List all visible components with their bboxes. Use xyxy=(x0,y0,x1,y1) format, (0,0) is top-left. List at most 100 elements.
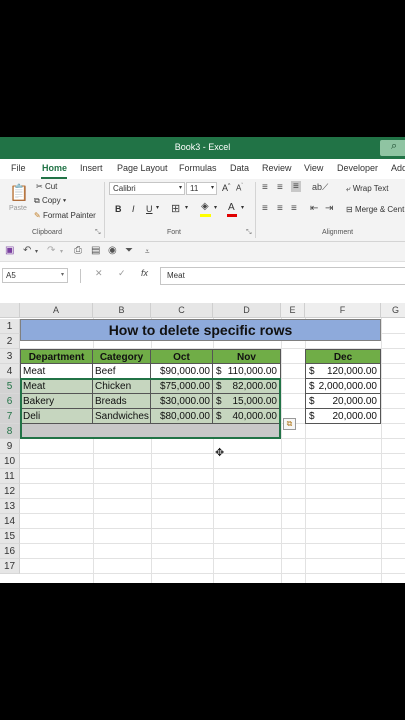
row-header-10[interactable]: 10 xyxy=(0,454,20,469)
row-header-6[interactable]: 6 xyxy=(0,394,20,409)
format-painter-button[interactable]: ✎ Format Painter xyxy=(34,211,96,220)
align-right-icon[interactable]: ≡ xyxy=(291,203,297,214)
align-top-icon[interactable]: ≡ xyxy=(262,182,268,193)
cell-dec[interactable]: $2,000,000.00 xyxy=(305,379,381,394)
col-header-c[interactable]: C xyxy=(151,303,213,318)
paste-icon[interactable]: 📋 xyxy=(9,183,29,203)
row-header-7[interactable]: 7 xyxy=(0,409,20,424)
font-size-select[interactable]: 11 ▾ xyxy=(186,182,217,195)
header-cell-nov[interactable]: Nov xyxy=(213,349,281,364)
tab-data[interactable]: Data xyxy=(230,163,249,173)
underline-button[interactable]: U xyxy=(146,204,153,214)
increase-indent-icon[interactable]: ⇥ xyxy=(325,203,333,214)
camera-icon[interactable]: ◉ xyxy=(108,245,117,256)
cell-department[interactable]: Meat xyxy=(20,364,93,379)
tab-developer[interactable]: Developer xyxy=(337,163,378,173)
col-header-b[interactable]: B xyxy=(93,303,151,318)
shrink-font-button[interactable]: Aˇ xyxy=(236,183,243,193)
cell-dec[interactable]: $20,000.00 xyxy=(305,409,381,424)
insert-function-icon[interactable]: fx xyxy=(141,268,148,278)
bold-button[interactable]: B xyxy=(115,204,122,214)
tab-review[interactable]: Review xyxy=(262,163,292,173)
filter-icon[interactable]: ⏷ xyxy=(125,245,133,256)
row-header-17[interactable]: 17 xyxy=(0,559,20,574)
cut-button[interactable]: ✂ Cut xyxy=(36,182,57,191)
cell-category[interactable]: Beef xyxy=(93,364,151,379)
chevron-down-icon[interactable]: ▾ xyxy=(185,204,188,211)
align-bottom-icon[interactable]: ≡ xyxy=(291,181,301,192)
chevron-down-icon[interactable]: ▾ xyxy=(60,248,63,255)
tab-file[interactable]: File xyxy=(11,163,26,173)
row-header-11[interactable]: 11 xyxy=(0,469,20,484)
search-button[interactable]: ⌕ xyxy=(380,140,405,156)
align-left-icon[interactable]: ≡ xyxy=(262,203,268,214)
col-header-e[interactable]: E xyxy=(281,303,305,318)
print-preview-icon[interactable]: ⎙ xyxy=(74,245,82,256)
cell-dec[interactable]: $20,000.00 xyxy=(305,394,381,409)
row-header-14[interactable]: 14 xyxy=(0,514,20,529)
header-cell-department[interactable]: Department xyxy=(20,349,93,364)
paste-options-icon[interactable]: ⧉ xyxy=(283,418,296,430)
col-header-g[interactable]: G xyxy=(381,303,405,318)
formula-input[interactable]: Meat xyxy=(160,267,405,285)
tab-home[interactable]: Home xyxy=(42,163,67,173)
tab-addins[interactable]: Add xyxy=(391,163,405,173)
tab-page-layout[interactable]: Page Layout xyxy=(117,163,168,173)
mouse-cursor-icon: ✥ xyxy=(215,447,225,459)
row-header-4[interactable]: 4 xyxy=(0,364,20,379)
merge-center-button[interactable]: ⊟ Merge & Cent xyxy=(346,205,404,214)
row-header-1[interactable]: 1 xyxy=(0,319,20,334)
row-header-5[interactable]: 5 xyxy=(0,379,20,394)
col-header-d[interactable]: D xyxy=(213,303,281,318)
row-header-12[interactable]: 12 xyxy=(0,484,20,499)
col-header-f[interactable]: F xyxy=(305,303,381,318)
enter-icon[interactable]: ✓ xyxy=(118,268,126,279)
wrap-text-button[interactable]: ⤶ Wrap Text xyxy=(346,184,388,194)
cancel-icon[interactable]: ✕ xyxy=(95,268,103,279)
name-box[interactable]: A5 ▾ xyxy=(2,268,68,283)
tab-formulas[interactable]: Formulas xyxy=(179,163,217,173)
copy-button[interactable]: ⧉ Copy ▾ xyxy=(34,196,66,206)
row-header-16[interactable]: 16 xyxy=(0,544,20,559)
borders-icon[interactable]: ⊞ xyxy=(171,202,180,215)
cell-oct[interactable]: $90,000.00 xyxy=(151,364,213,379)
row-header-8[interactable]: 8 xyxy=(0,424,20,439)
col-header-a[interactable]: A xyxy=(20,303,93,318)
undo-icon[interactable]: ↶ xyxy=(23,245,31,256)
header-cell-dec[interactable]: Dec xyxy=(305,349,381,364)
header-cell-category[interactable]: Category xyxy=(93,349,151,364)
italic-button[interactable]: I xyxy=(132,204,135,214)
paste-label[interactable]: Paste xyxy=(9,205,27,212)
grow-font-button[interactable]: A^ xyxy=(222,183,230,193)
redo-icon[interactable]: ↷ xyxy=(47,245,55,256)
row-header-3[interactable]: 3 xyxy=(0,349,20,364)
align-middle-icon[interactable]: ≡ xyxy=(277,182,283,193)
chevron-down-icon[interactable]: ▾ xyxy=(35,248,38,255)
font-name-select[interactable]: Calibri ▾ xyxy=(109,182,185,195)
save-icon[interactable]: ▣ xyxy=(5,245,14,256)
font-color-icon[interactable]: A xyxy=(228,202,235,213)
align-center-icon[interactable]: ≡ xyxy=(277,203,283,214)
tab-insert[interactable]: Insert xyxy=(80,163,103,173)
font-launcher-icon[interactable]: ⤡ xyxy=(246,229,252,237)
decrease-indent-icon[interactable]: ⇤ xyxy=(310,203,318,214)
fill-color-icon[interactable]: ◈ xyxy=(201,201,209,212)
row-header-9[interactable]: 9 xyxy=(0,439,20,454)
sheet-title[interactable]: How to delete specific rows xyxy=(20,319,381,341)
chevron-down-icon[interactable]: ▾ xyxy=(156,204,159,211)
row-header-15[interactable]: 15 xyxy=(0,529,20,544)
cell-dec[interactable]: $120,000.00 xyxy=(305,364,381,379)
chevron-down-icon[interactable]: ▾ xyxy=(241,204,244,211)
orientation-icon[interactable]: ab⟋ xyxy=(312,182,328,193)
row-header-2[interactable]: 2 xyxy=(0,334,20,349)
row-header-13[interactable]: 13 xyxy=(0,499,20,514)
print-icon[interactable]: ▤ xyxy=(91,245,100,256)
select-all-corner[interactable] xyxy=(0,303,20,318)
tab-view[interactable]: View xyxy=(304,163,323,173)
customize-qat-icon[interactable]: ⩡ xyxy=(145,247,150,257)
cell-nov[interactable]: $110,000.00 xyxy=(213,364,281,379)
chevron-down-icon[interactable]: ▾ xyxy=(214,204,217,211)
spreadsheet-grid[interactable]: A B C D E F G 1 2 3 4 5 6 7 8 9 10 11 12 xyxy=(0,303,405,583)
clipboard-launcher-icon[interactable]: ⤡ xyxy=(95,229,101,237)
header-cell-oct[interactable]: Oct xyxy=(151,349,213,364)
